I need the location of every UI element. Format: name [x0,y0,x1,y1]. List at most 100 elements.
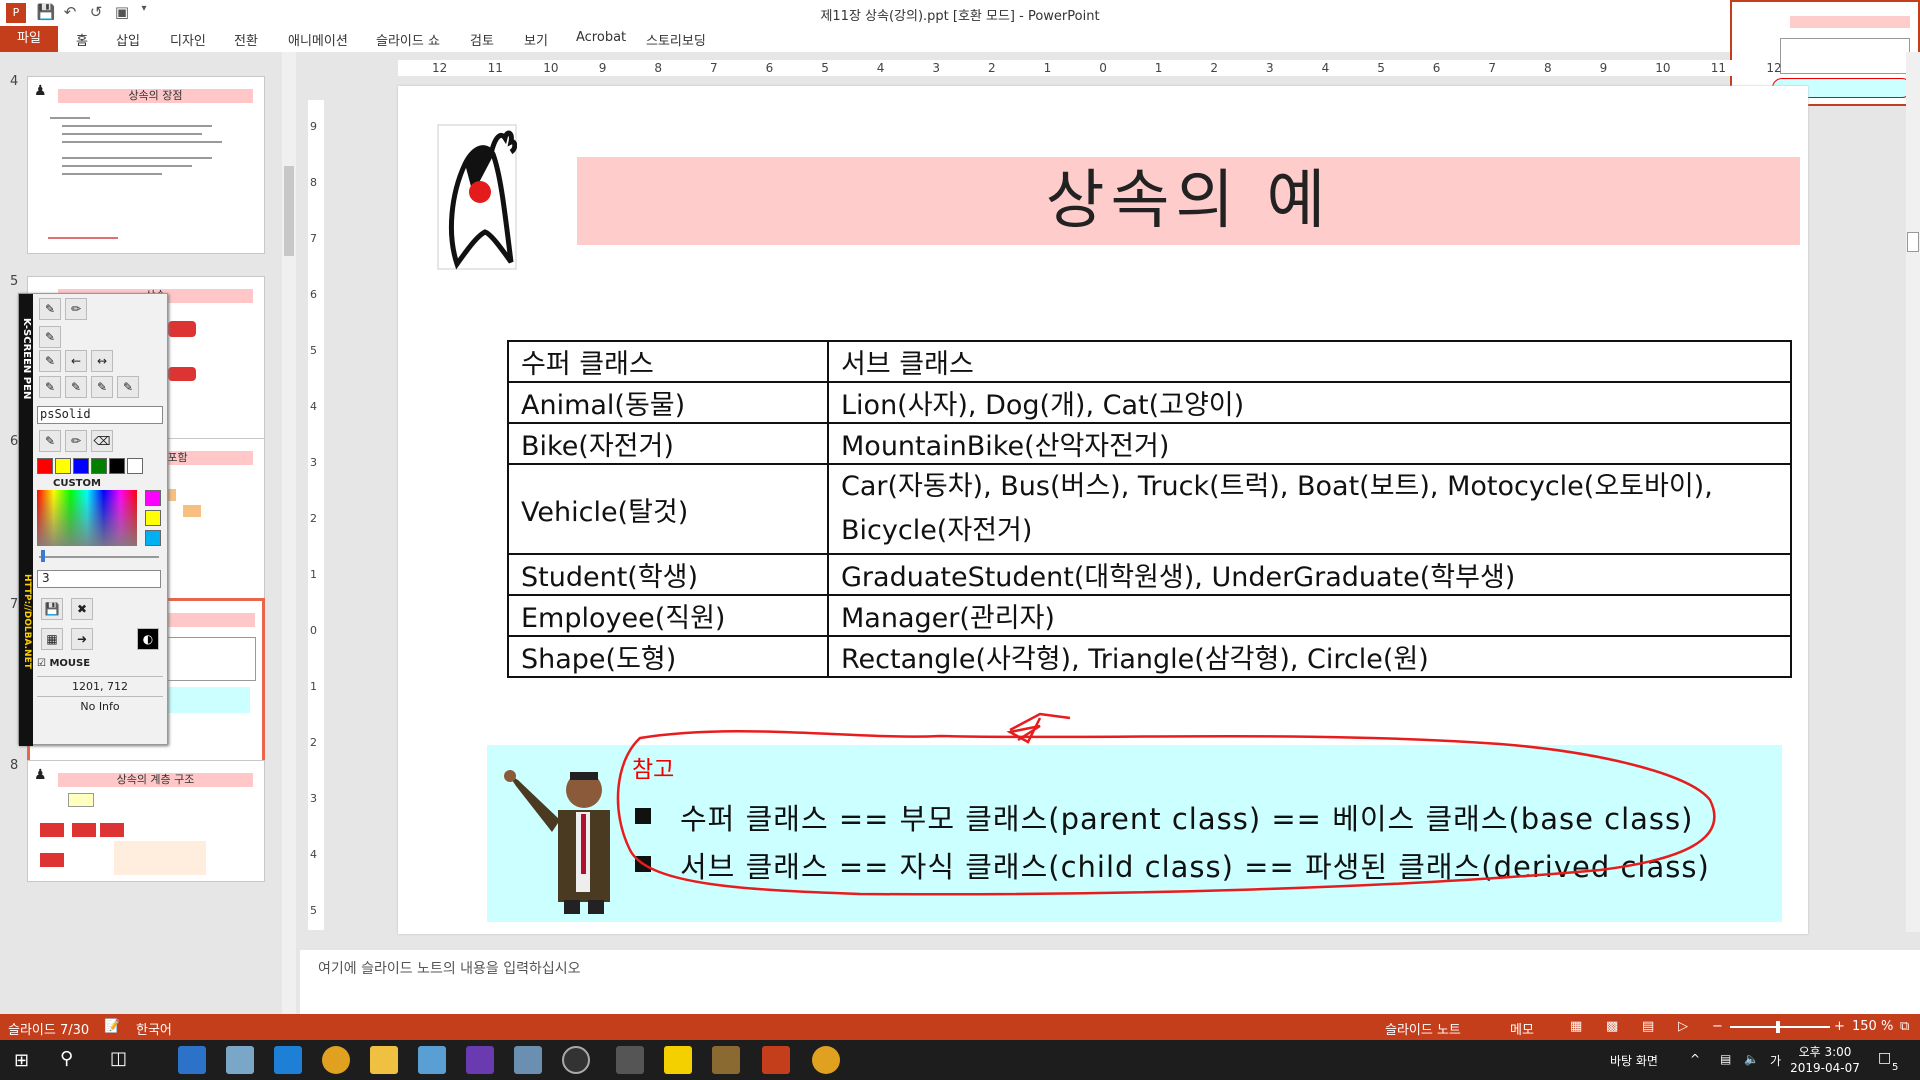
color-swatch-green[interactable] [91,458,107,474]
volume-icon[interactable]: 🔈 [1744,1052,1759,1066]
tab-slideshow[interactable]: 슬라이드 쇼 [376,30,440,49]
color-swatch-yellow-2[interactable] [145,510,161,526]
reading-view-icon[interactable]: ▤ [1642,1019,1654,1034]
width-input[interactable]: 3 [37,570,161,588]
contrast-icon[interactable]: ◐ [137,628,159,650]
table-cell[interactable]: Shape(도형) [507,635,829,678]
taskbar-app-icon[interactable] [178,1046,206,1074]
thick-pen-icon[interactable]: ✎ [91,376,113,398]
clock-date[interactable]: 2019-04-07 [1790,1061,1860,1075]
arrow-tool-icon[interactable]: ← [65,350,87,372]
tab-file[interactable]: 파일 [0,26,58,52]
taskbar-app-icon[interactable] [514,1046,542,1074]
screen-pen-toolbar[interactable]: K-SCREEN PEN HTTP://DOLBA.NET ✎ ✏ ✎ ✎ ← … [18,293,168,746]
zoom-slider-thumb[interactable] [1776,1021,1780,1033]
tab-transitions[interactable]: 전환 [234,30,258,49]
tab-review[interactable]: 검토 [470,30,494,49]
tab-acrobat[interactable]: Acrobat [576,30,626,45]
scroll-thumb[interactable] [284,166,294,256]
color-swatch-yellow[interactable] [55,458,71,474]
save-icon[interactable]: 💾 [41,598,63,620]
notes-placeholder[interactable]: 여기에 슬라이드 노트의 내용을 입력하십시오 [318,958,581,978]
color-swatch-magenta[interactable] [145,490,161,506]
table-cell[interactable]: Bike(자전거) [507,422,829,465]
table-cell[interactable]: MountainBike(산악자전거) [827,422,1792,465]
thumbnail-slide-8[interactable]: ♟ 상속의 계층 구조 [27,760,265,882]
inheritance-table[interactable]: 수퍼 클래스 서브 클래스 Animal(동물) Lion(사자), Dog(개… [507,340,1792,678]
color-swatch-blue[interactable] [73,458,89,474]
marker-mode-icon[interactable]: ✏ [65,430,87,452]
line-style-select[interactable]: psSolid [37,406,163,424]
exit-icon[interactable]: ➜ [71,628,93,650]
thin-pen-icon[interactable]: ✎ [39,376,61,398]
network-icon[interactable]: ▤ [1720,1052,1731,1066]
pen-icon[interactable]: ✎ [39,298,61,320]
zoom-out-icon[interactable]: − [1712,1019,1723,1034]
tab-animations[interactable]: 애니메이션 [288,30,348,49]
sticky-notes-icon[interactable] [664,1046,692,1074]
desktop-toolbar-label[interactable]: 바탕 화면 [1610,1052,1658,1069]
chrome-icon[interactable] [322,1046,350,1074]
calculator-icon[interactable] [616,1046,644,1074]
table-cell[interactable]: Manager(관리자) [827,594,1792,637]
customize-qat-icon[interactable]: ▾ [134,3,154,23]
save-icon[interactable]: 💾 [36,3,56,23]
taskbar-app-icon[interactable] [226,1046,254,1074]
table-cell[interactable]: 서브 클래스 [827,340,1792,383]
notification-icon[interactable]: □ [1878,1050,1891,1066]
tab-home[interactable]: 홈 [76,30,88,49]
medium-pen-icon[interactable]: ✎ [65,376,87,398]
zoom-in-icon[interactable]: + [1834,1019,1845,1034]
double-arrow-tool-icon[interactable]: ↔ [91,350,113,372]
color-swatch-white[interactable] [127,458,143,474]
powerpoint-taskbar-icon[interactable] [762,1046,790,1074]
search-icon[interactable]: ⚲ [60,1048,73,1069]
capture-icon[interactable]: ▦ [41,628,63,650]
thumbnail-scrollbar[interactable] [282,52,296,1014]
width-slider[interactable] [39,556,159,558]
redo-icon[interactable]: ↺ [86,3,106,23]
width-slider-thumb[interactable] [41,550,45,562]
zoom-slider[interactable] [1730,1026,1830,1028]
color-swatch-red[interactable] [37,458,53,474]
tab-insert[interactable]: 삽입 [116,30,140,49]
color-swatch-black[interactable] [109,458,125,474]
line-tool-icon[interactable]: ✎ [39,350,61,372]
thumbnail-slide-4[interactable]: ♟ 상속의 장점 [27,76,265,254]
table-cell[interactable]: Employee(직원) [507,594,829,637]
scroll-thumb[interactable] [1907,232,1919,252]
table-cell[interactable]: Student(학생) [507,553,829,596]
spellcheck-icon[interactable]: 📝 [104,1019,120,1034]
slideshow-icon[interactable]: ▷ [1678,1019,1688,1034]
marker-pen-icon[interactable]: ✎ [117,376,139,398]
taskbar-app-icon[interactable] [712,1046,740,1074]
pen-mode-icon[interactable]: ✎ [39,430,61,452]
table-cell[interactable]: 수퍼 클래스 [507,340,829,383]
table-cell[interactable]: Animal(동물) [507,381,829,424]
notes-button[interactable]: 슬라이드 노트 [1385,1019,1461,1038]
highlighter-icon[interactable]: ✏ [65,298,87,320]
freehand-pen-icon[interactable]: ✎ [39,326,61,348]
comments-button[interactable]: 메모 [1510,1019,1534,1038]
normal-view-icon[interactable]: ▦ [1570,1019,1582,1034]
mouse-checkbox[interactable]: ☑ MOUSE [37,658,90,669]
present-icon[interactable]: ▣ [112,3,132,23]
clock-time[interactable]: 오후 3:00 [1790,1043,1860,1060]
taskbar-app-icon[interactable] [562,1046,590,1074]
table-cell[interactable]: Rectangle(사각형), Triangle(삼각형), Circle(원) [827,635,1792,678]
notes-pane[interactable]: 여기에 슬라이드 노트의 내용을 입력하십시오 [300,950,1920,1014]
table-cell[interactable]: GraduateStudent(대학원생), UnderGraduate(학부생… [827,553,1792,596]
chrome-icon[interactable] [812,1046,840,1074]
task-view-icon[interactable]: ◫ [110,1048,127,1069]
undo-icon[interactable]: ↶ [60,3,80,23]
tab-storyboarding[interactable]: 스토리보딩 [646,30,706,49]
taskbar-app-icon[interactable] [418,1046,446,1074]
language-indicator[interactable]: 한국어 [136,1019,172,1038]
color-picker[interactable] [37,490,137,546]
slide-scrollbar[interactable] [1906,52,1920,932]
file-explorer-icon[interactable] [370,1046,398,1074]
visual-studio-icon[interactable] [466,1046,494,1074]
eraser-icon[interactable]: ⌫ [91,430,113,452]
table-cell[interactable]: Vehicle(탈것) [507,463,829,555]
slide-title[interactable]: 상속의 예 [577,157,1800,245]
